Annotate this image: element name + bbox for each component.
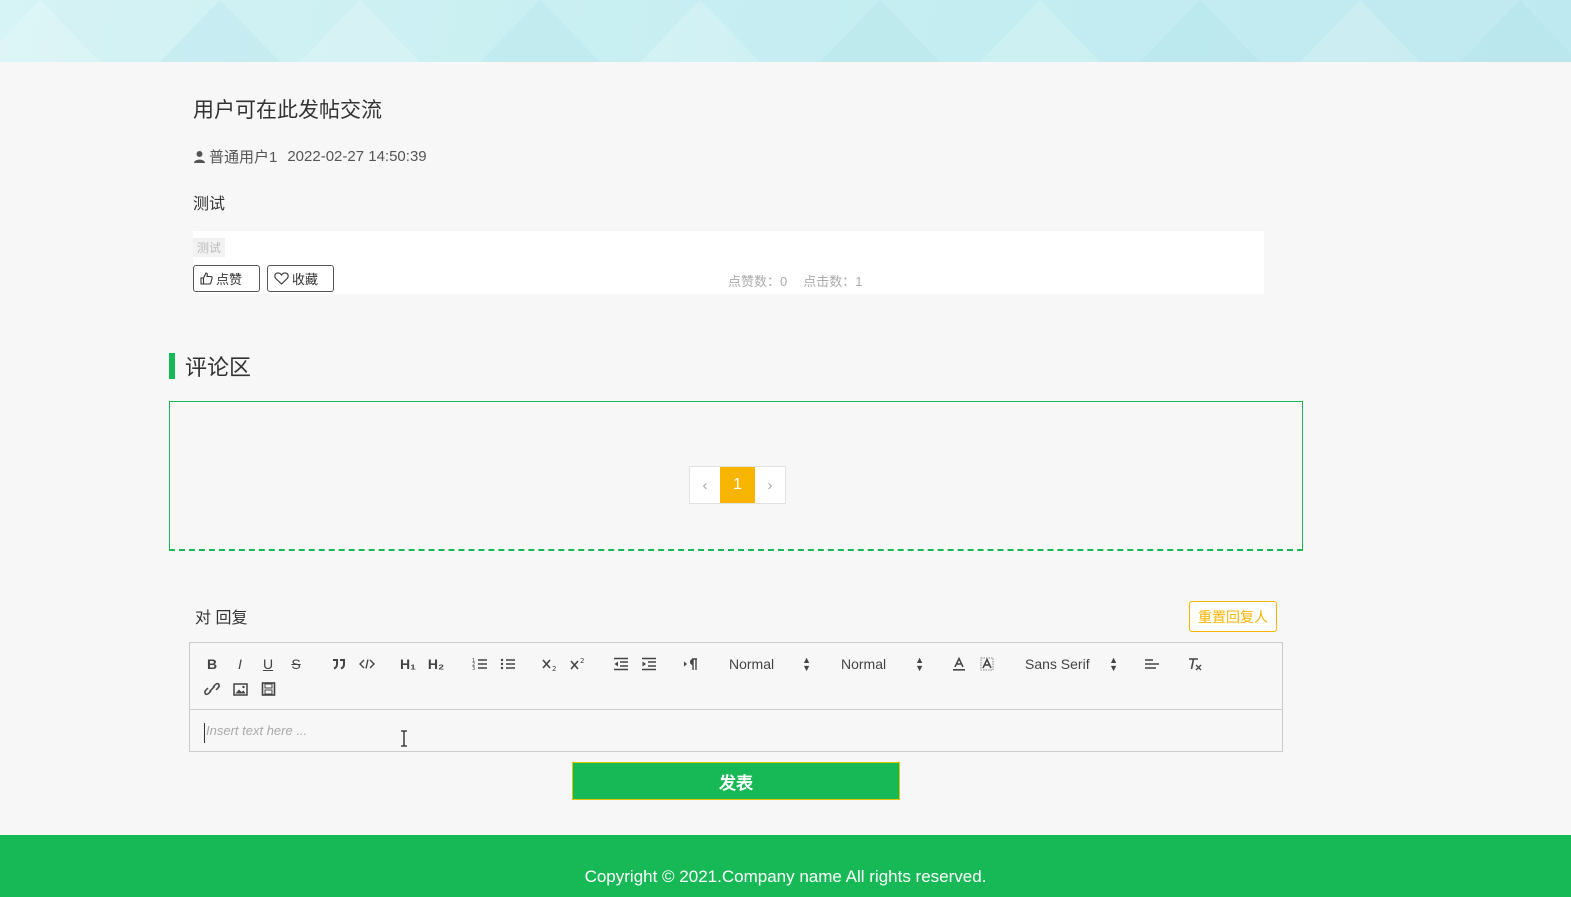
- comment-section-header: 评论区: [169, 350, 251, 382]
- clear-format-button[interactable]: [1183, 654, 1207, 674]
- header-picker-value: Normal: [729, 656, 775, 672]
- user-icon: [193, 150, 206, 163]
- post-title: 用户可在此发帖交流: [193, 99, 382, 122]
- thumbs-up-icon: [200, 272, 213, 285]
- svg-text:3: 3: [472, 666, 475, 671]
- pager-current-page[interactable]: 1: [720, 467, 755, 503]
- comment-section-title: 评论区: [185, 355, 252, 380]
- pager-next-button[interactable]: ›: [755, 467, 785, 503]
- bullet-list-icon: [500, 658, 515, 670]
- size-picker[interactable]: Normal ▲ ▼: [841, 654, 924, 674]
- text-cursor-icon: [401, 730, 407, 747]
- align-button[interactable]: [1140, 654, 1164, 674]
- video-button[interactable]: [256, 679, 280, 699]
- footer: Copyright © 2021.Company name All rights…: [0, 835, 1571, 897]
- post-tag: 测试: [193, 238, 226, 257]
- like-label: 点赞: [216, 272, 243, 287]
- indent-button[interactable]: [637, 654, 661, 674]
- svg-text:2: 2: [552, 665, 556, 671]
- blockquote-button[interactable]: [327, 654, 351, 674]
- submit-reply-button[interactable]: 发表: [572, 762, 900, 800]
- like-count: 点赞数：0: [728, 274, 788, 289]
- align-left-icon: [1145, 659, 1159, 669]
- post-author[interactable]: 普通用户1: [209, 146, 277, 167]
- favorite-label: 收藏: [292, 272, 319, 287]
- outdent-button[interactable]: [609, 654, 633, 674]
- reply-target-label: 对 回复: [195, 610, 248, 627]
- pagination: ‹ 1 ›: [689, 466, 786, 504]
- code-icon: [359, 659, 375, 669]
- clear-format-icon: [1189, 658, 1202, 671]
- strike-button[interactable]: S: [284, 654, 308, 674]
- post-stats: 点赞数：0 点击数：1: [728, 271, 862, 290]
- rich-text-editor: B I U S H₁ H₂ 123 2 2 Normal ▲ ▼ Normal …: [189, 642, 1283, 752]
- picker-arrows-icon: ▲ ▼: [802, 655, 811, 673]
- click-count: 点击数：1: [803, 274, 863, 289]
- underline-button[interactable]: U: [256, 654, 280, 674]
- indent-icon: [642, 657, 656, 671]
- quote-icon: [333, 659, 345, 670]
- section-accent-bar: [169, 353, 175, 379]
- post-date: 2022-02-27 14:50:39: [287, 148, 427, 165]
- text-color-button[interactable]: [947, 654, 971, 674]
- outdent-icon: [614, 657, 628, 671]
- heart-icon: [274, 272, 289, 285]
- post-content-box: 测试 点赞 收藏 点赞数：0 点击数：1: [193, 231, 1264, 294]
- bullet-list-button[interactable]: [496, 654, 520, 674]
- video-icon: [261, 682, 275, 696]
- picker-arrows-icon: ▲ ▼: [915, 655, 924, 673]
- text-direction-button[interactable]: [679, 654, 703, 674]
- top-banner: [0, 0, 1571, 62]
- copyright-text: Copyright © 2021.Company name All rights…: [584, 867, 987, 886]
- header-picker[interactable]: Normal ▲ ▼: [729, 654, 811, 674]
- background-color-button[interactable]: [975, 654, 999, 674]
- subscript-button[interactable]: 2: [538, 654, 562, 674]
- subscript-icon: 2: [542, 659, 556, 671]
- superscript-icon: 2: [570, 657, 584, 670]
- ordered-list-icon: 123: [472, 658, 487, 671]
- italic-button[interactable]: I: [228, 654, 252, 674]
- reply-editor-input[interactable]: Insert text here ...: [204, 723, 1264, 743]
- font-picker-value: Sans Serif: [1025, 656, 1090, 672]
- like-button[interactable]: 点赞: [193, 265, 260, 292]
- favorite-button[interactable]: 收藏: [267, 265, 334, 292]
- post-body: 测试: [193, 196, 226, 213]
- reset-reply-button[interactable]: 重置回复人: [1189, 601, 1277, 632]
- background-color-icon: [980, 657, 994, 671]
- svg-text:2: 2: [580, 657, 584, 665]
- link-icon: [204, 682, 220, 696]
- text-color-icon: [953, 657, 965, 671]
- bold-button[interactable]: B: [200, 654, 224, 674]
- paragraph-direction-icon: [684, 658, 697, 670]
- editor-toolbar: B I U S H₁ H₂ 123 2 2 Normal ▲ ▼ Normal …: [190, 643, 1282, 710]
- image-icon: [232, 682, 248, 696]
- code-block-button[interactable]: [355, 654, 379, 674]
- superscript-button[interactable]: 2: [566, 654, 590, 674]
- post-meta: 普通用户1 2022-02-27 14:50:39: [193, 146, 427, 167]
- header-2-button[interactable]: H₂: [424, 654, 448, 674]
- pager-prev-button[interactable]: ‹: [690, 467, 720, 503]
- picker-arrows-icon: ▲ ▼: [1109, 655, 1118, 673]
- font-picker[interactable]: Sans Serif ▲ ▼: [1025, 654, 1118, 674]
- link-button[interactable]: [200, 679, 224, 699]
- comment-list: ‹ 1 ›: [169, 401, 1303, 551]
- image-button[interactable]: [228, 679, 252, 699]
- size-picker-value: Normal: [841, 656, 887, 672]
- header-1-button[interactable]: H₁: [396, 654, 420, 674]
- ordered-list-button[interactable]: 123: [468, 654, 492, 674]
